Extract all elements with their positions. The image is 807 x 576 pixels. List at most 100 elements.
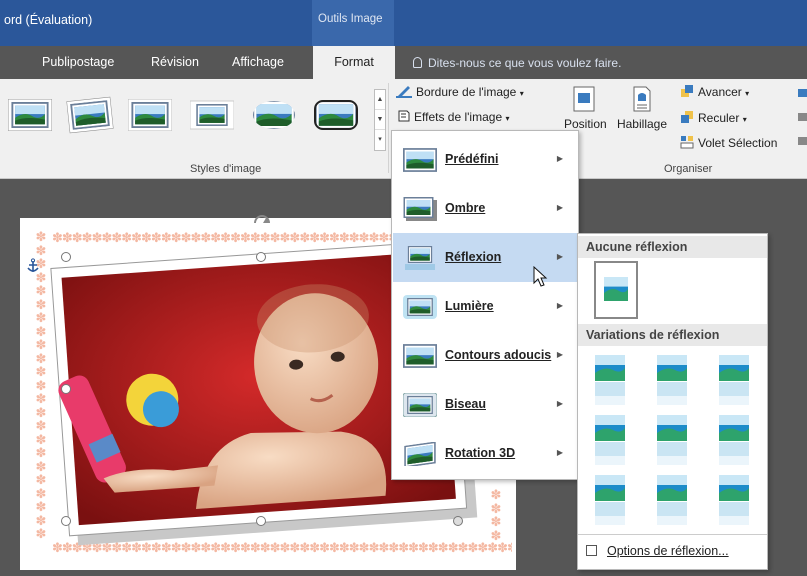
tell-me-search[interactable]: Dites-nous ce que vous voulez faire. <box>413 56 621 70</box>
no-reflection-header: Aucune réflexion <box>578 236 767 258</box>
wrap-text-icon <box>633 86 651 112</box>
submenu-arrow-icon: ▶ <box>556 203 563 212</box>
resize-handle-top[interactable] <box>256 252 266 262</box>
picture-border-label: Bordure de l'image <box>416 85 517 99</box>
picture-style-5[interactable] <box>252 99 296 131</box>
tab-view[interactable]: Affichage <box>232 55 284 69</box>
rotate-handle-icon[interactable] <box>250 208 274 230</box>
resize-handle-tl[interactable] <box>61 252 71 262</box>
menu-item-glow-label: Lumière <box>445 299 494 313</box>
position-icon <box>573 86 595 112</box>
selection-pane-button[interactable]: Volet Sélection <box>680 135 777 150</box>
reflection-icon <box>405 246 435 270</box>
position-button[interactable]: Position <box>564 85 607 131</box>
tell-me-text: Dites-nous ce que vous voulez faire. <box>428 56 622 70</box>
page-border-right: ✽ ✽ ✽ ✽ <box>490 488 502 543</box>
menu-item-reflection-label: Réflexion <box>445 250 502 264</box>
picture-effects-button[interactable]: Effets de l'image ▾ <box>396 109 509 124</box>
send-backward-button[interactable]: Reculer ▾ <box>680 110 747 125</box>
tab-format[interactable]: Format <box>313 46 395 79</box>
resize-handle-br[interactable] <box>453 516 463 526</box>
pen-icon <box>396 86 412 98</box>
menu-item-preset-label: Prédéfini <box>445 152 499 166</box>
menu-item-preset[interactable]: Prédéfini ▶ <box>393 135 577 184</box>
reflection-options-link[interactable]: Options de réflexion... <box>578 534 767 569</box>
menu-item-shadow-label: Ombre <box>445 201 486 215</box>
bevel-icon <box>403 393 437 417</box>
options-icon <box>586 545 597 556</box>
page-border-left: ✽ ✽ ✽ ✽ ✽ ✽ ✽ ✽ ✽ ✽ ✽ ✽ ✽ ✽ ✽ ✽ ✽ ✽ ✽ ✽ ✽ ✽ ✽ <box>35 230 47 541</box>
menu-item-bevel[interactable]: Biseau ▶ <box>393 380 577 429</box>
reflection-variation-2[interactable] <box>654 352 690 408</box>
group-label-picture-styles: Styles d'image <box>190 163 262 175</box>
picture-effects-label: Effets de l'image <box>414 110 503 124</box>
picture-style-4[interactable] <box>190 99 234 131</box>
picture-styles-gallery: ▲ ▼ ▾ <box>0 85 386 151</box>
picture-effects-menu: Prédéfini ▶ Ombre ▶ Réflexion ▶ Lumière ▶ Co… <box>391 130 579 480</box>
picture-tools-label: Outils Image <box>312 0 394 46</box>
selection-pane-icon <box>680 136 694 149</box>
reflection-variation-9[interactable] <box>716 472 752 528</box>
wrap-text-label: Habillage <box>616 117 668 131</box>
send-backward-icon <box>681 111 693 123</box>
gallery-up-icon[interactable]: ▲ <box>375 90 385 110</box>
reflection-variation-4[interactable] <box>592 412 628 468</box>
preset-icon <box>403 148 437 172</box>
shadow-icon <box>403 197 437 221</box>
reflection-variation-1[interactable] <box>592 352 628 408</box>
align-icon[interactable] <box>796 87 807 147</box>
picture-style-2[interactable] <box>66 96 114 134</box>
tab-mailings[interactable]: Publipostage <box>42 55 114 69</box>
mouse-cursor-icon <box>533 266 548 287</box>
reflection-variation-7[interactable] <box>592 472 628 528</box>
no-reflection-option[interactable] <box>594 261 638 319</box>
submenu-arrow-icon: ▶ <box>556 252 563 261</box>
reflection-variation-6[interactable] <box>716 412 752 468</box>
3d-rotation-icon <box>404 442 436 466</box>
menu-item-soft-edges[interactable]: Contours adoucis ▶ <box>393 331 577 380</box>
title-bar: ord (Évaluation) Outils Image <box>0 0 807 46</box>
menu-item-shadow[interactable]: Ombre ▶ <box>393 184 577 233</box>
menu-item-reflection[interactable]: Réflexion ▶ <box>393 233 577 282</box>
wrap-text-button[interactable]: Habillage <box>614 85 670 131</box>
reflection-variation-5[interactable] <box>654 412 690 468</box>
bring-forward-button[interactable]: Avancer ▾ <box>680 84 749 99</box>
menu-item-soft-edges-label: Contours adoucis <box>445 348 552 362</box>
submenu-arrow-icon: ▶ <box>556 154 563 163</box>
tab-review[interactable]: Révision <box>151 55 199 69</box>
group-separator <box>388 83 389 173</box>
resize-handle-bl[interactable] <box>61 516 71 526</box>
menu-item-bevel-label: Biseau <box>445 397 486 411</box>
send-backward-label: Reculer <box>698 111 740 125</box>
menu-item-3d-rotation[interactable]: Rotation 3D ▶ <box>393 429 577 478</box>
picture-border-button[interactable]: Bordure de l'image ▾ <box>396 84 524 99</box>
resize-handle-bottom[interactable] <box>256 516 266 526</box>
picture-style-1[interactable] <box>8 99 52 131</box>
soft-edges-icon <box>403 344 437 368</box>
resize-handle-left[interactable] <box>61 384 71 394</box>
reflection-options-label: Options de réflexion... <box>607 544 729 558</box>
gallery-scrollbar[interactable]: ▲ ▼ ▾ <box>374 89 386 151</box>
picture-style-6[interactable] <box>314 99 358 131</box>
no-reflection-thumb <box>604 277 628 301</box>
reflection-submenu: Aucune réflexion Variations de réflexion… <box>577 233 768 570</box>
bring-forward-icon <box>681 85 693 97</box>
submenu-arrow-icon: ▶ <box>556 399 563 408</box>
gallery-down-icon[interactable]: ▼ <box>375 110 385 130</box>
menu-item-3d-rotation-label: Rotation 3D <box>445 446 516 460</box>
group-label-arrange: Organiser <box>664 163 713 175</box>
picture-style-3[interactable] <box>128 99 172 131</box>
reflection-variation-3[interactable] <box>716 352 752 408</box>
submenu-arrow-icon: ▶ <box>556 301 563 310</box>
gallery-more-icon[interactable]: ▾ <box>375 130 385 150</box>
glow-icon <box>403 295 437 319</box>
anchor-icon <box>27 258 39 272</box>
reflection-variation-8[interactable] <box>654 472 690 528</box>
bring-forward-label: Avancer <box>698 85 742 99</box>
effects-icon <box>398 110 410 122</box>
window-title: ord (Évaluation) <box>4 13 93 27</box>
menu-item-glow[interactable]: Lumière ▶ <box>393 282 577 331</box>
reflection-variations-header: Variations de réflexion <box>578 324 767 346</box>
submenu-arrow-icon: ▶ <box>556 448 563 457</box>
position-label: Position <box>564 117 607 131</box>
